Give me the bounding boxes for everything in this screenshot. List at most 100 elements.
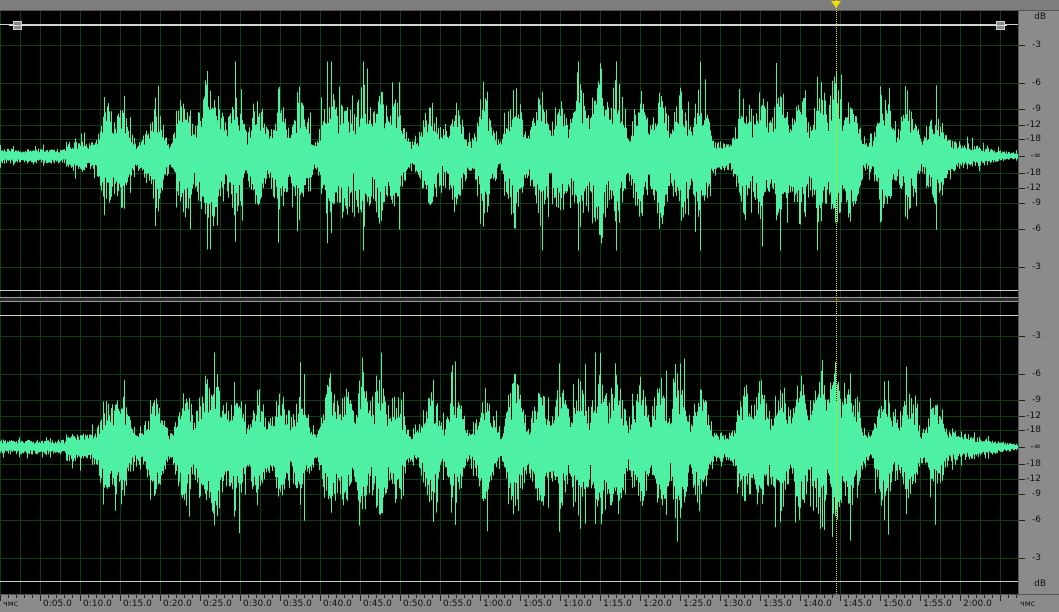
- time-ruler[interactable]: чмс чмс 0:05.0 0:10.0 0:15.0 0:20.0 0:25.0 0:…: [0, 594, 1059, 612]
- time-tick-label: 0:55.0: [443, 599, 472, 609]
- waveform-left: [0, 11, 1018, 297]
- time-tick: [872, 595, 873, 598]
- time-tick-label: 1:35.0: [763, 599, 792, 609]
- db-tick: [1019, 478, 1025, 480]
- db-tick: [1019, 429, 1025, 431]
- time-tick: [584, 595, 585, 598]
- time-tick: [448, 595, 449, 598]
- time-tick: [376, 595, 377, 598]
- db-tick: [1019, 336, 1025, 338]
- time-tick: [632, 595, 633, 598]
- time-tick: [296, 595, 297, 598]
- db-tick-label: -∞: [1030, 442, 1041, 452]
- timeline-top-strip[interactable]: [0, 0, 1059, 11]
- time-tick: [40, 595, 41, 601]
- db-tick-label: -18: [1026, 168, 1041, 178]
- time-tick: [360, 595, 361, 601]
- time-tick: [168, 595, 169, 598]
- time-tick: [1000, 595, 1001, 601]
- db-unit-top: dB: [1034, 12, 1046, 22]
- time-tick: [320, 595, 321, 601]
- time-tick: [464, 595, 465, 598]
- time-tick: [112, 595, 113, 598]
- time-tick: [48, 595, 49, 598]
- time-tick-label: 1:50.0: [883, 599, 912, 609]
- time-tick: [544, 595, 545, 598]
- time-tick: [0, 595, 1, 601]
- audio-editor[interactable]: dB dB -3 -6 -9 -12 -18 -∞ -18 -12 -9 -6 -3 -3 -6 -9 -1…: [0, 0, 1059, 612]
- time-tick: [96, 595, 97, 598]
- time-tick: [472, 595, 473, 598]
- time-tick: [1016, 595, 1017, 598]
- time-tick: [504, 595, 505, 598]
- db-tick-label: -3: [1032, 331, 1041, 342]
- time-tick-label: 1:20.0: [643, 599, 672, 609]
- time-tick: [976, 595, 977, 598]
- time-tick: [8, 595, 9, 598]
- db-tick-label: -12: [1026, 119, 1041, 130]
- time-tick: [728, 595, 729, 598]
- time-tick: [696, 595, 697, 598]
- time-tick-label: 1:30.0: [723, 599, 752, 609]
- db-tick-label: -12: [1026, 410, 1041, 421]
- time-tick: [256, 595, 257, 598]
- db-tick: [1019, 45, 1025, 47]
- db-tick: [1019, 138, 1025, 140]
- db-tick: [1019, 400, 1025, 402]
- time-tick: [400, 595, 401, 601]
- db-tick-label: -6: [1032, 224, 1041, 235]
- db-tick-label: -6: [1032, 515, 1041, 526]
- time-tick: [208, 595, 209, 598]
- time-tick: [80, 595, 81, 601]
- db-tick: [1019, 373, 1025, 375]
- time-tick: [88, 595, 89, 598]
- time-tick: [704, 595, 705, 598]
- time-tick: [528, 595, 529, 598]
- time-unit-end: чмс: [1020, 599, 1036, 608]
- time-tick: [648, 595, 649, 598]
- time-tick: [768, 595, 769, 598]
- time-tick: [920, 595, 921, 601]
- time-tick: [944, 595, 945, 598]
- time-tick-label: 0:05.0: [43, 599, 72, 609]
- time-tick: [288, 595, 289, 598]
- channel-right-waveform[interactable]: [0, 302, 1018, 594]
- db-ruler: dB dB -3 -6 -9 -12 -18 -∞ -18 -12 -9 -6 -3 -3 -6 -9 -1…: [1018, 11, 1059, 594]
- db-tick: [1019, 520, 1025, 522]
- time-tick: [312, 595, 313, 598]
- time-tick-label: 0:10.0: [83, 599, 112, 609]
- channel-left-waveform[interactable]: [0, 11, 1018, 297]
- selection-range-line: [9, 25, 1007, 26]
- time-tick: [640, 595, 641, 601]
- time-tick: [672, 595, 673, 598]
- time-tick-label: 1:55.0: [923, 599, 952, 609]
- db-tick: [1019, 415, 1025, 417]
- time-tick: [280, 595, 281, 601]
- time-tick: [784, 595, 785, 598]
- db-tick: [1019, 173, 1025, 174]
- time-tick-label: 1:00.0: [483, 599, 512, 609]
- time-tick: [224, 595, 225, 598]
- time-tick: [608, 595, 609, 598]
- time-tick-label: 1:15.0: [603, 599, 632, 609]
- waveform-path: [0, 352, 1018, 542]
- db-tick-label: -9: [1032, 104, 1041, 115]
- db-tick: [1019, 187, 1025, 189]
- time-tick: [928, 595, 929, 598]
- time-tick: [736, 595, 737, 598]
- db-tick: [1019, 156, 1025, 157]
- time-tick: [568, 595, 569, 598]
- time-tick: [432, 595, 433, 598]
- db-tick-label: -3: [1032, 552, 1041, 563]
- time-tick: [888, 595, 889, 598]
- db-tick-label: -∞: [1030, 151, 1041, 161]
- time-tick: [744, 595, 745, 598]
- db-tick-label: -9: [1032, 395, 1041, 406]
- time-tick: [992, 595, 993, 598]
- db-tick: [1019, 266, 1025, 268]
- waveform-right: [0, 302, 1018, 594]
- time-tick: [896, 595, 897, 598]
- time-tick: [592, 595, 593, 598]
- playhead-cursor[interactable]: [836, 0, 837, 594]
- time-tick-label: 1:25.0: [683, 599, 712, 609]
